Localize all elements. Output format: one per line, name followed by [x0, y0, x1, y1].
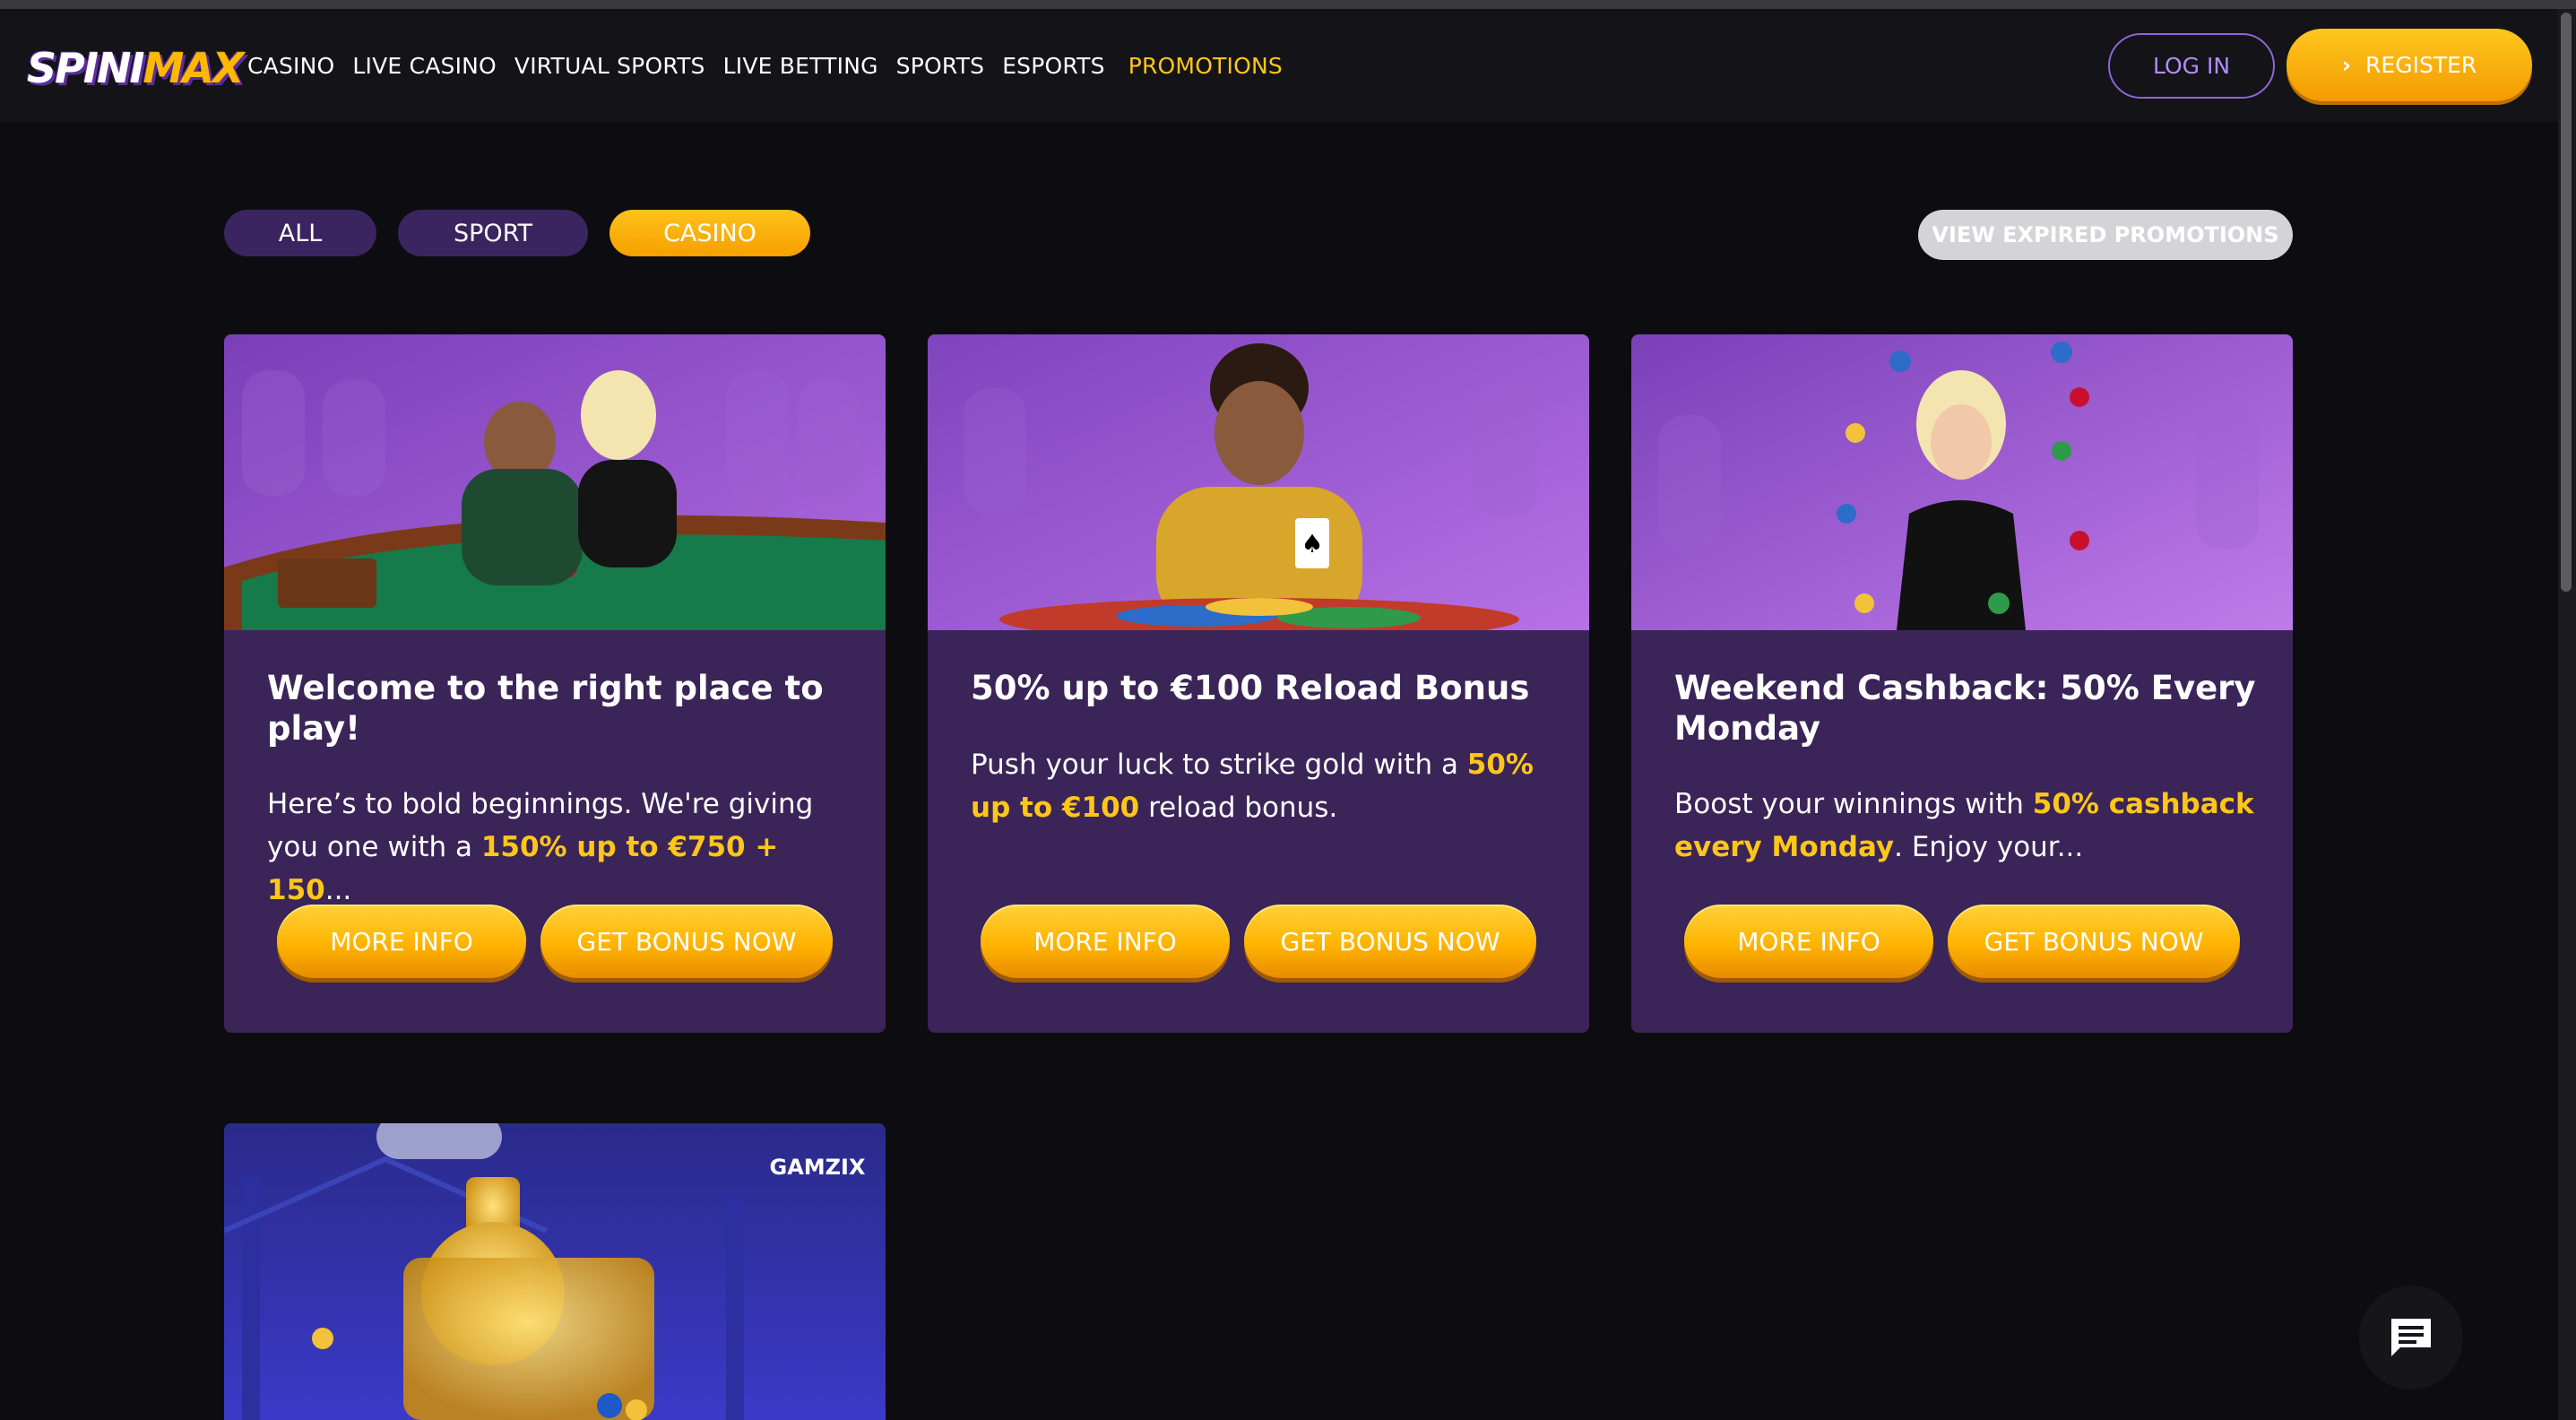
promo-image-chips-woman [1631, 334, 2293, 630]
svg-text:♠: ♠ [1301, 529, 1323, 558]
nav-promotions[interactable]: PROMOTIONS [1128, 53, 1283, 79]
promo-description: Here’s to bold beginnings. We're giving … [267, 788, 814, 906]
filter-casino[interactable]: CASINO [609, 210, 810, 256]
more-info-button[interactable]: MORE INFO [981, 905, 1230, 978]
promo-image-golden-train: GAMZIX [224, 1123, 886, 1420]
promo-filter-chips: ALL SPORT CASINO [224, 210, 810, 256]
promo-description: Boost your winnings with 50% cashback ev… [1674, 788, 2254, 863]
browser-top-edge [0, 0, 2576, 9]
promo-description: Push your luck to strike gold with a 50%… [971, 749, 1534, 824]
main-nav: CASINO LIVE CASINO VIRTUAL SPORTS LIVE B… [247, 9, 1283, 122]
chat-bubble-icon [2391, 1319, 2431, 1356]
more-info-button[interactable]: MORE INFO [1684, 905, 1933, 978]
nav-live-betting[interactable]: LIVE BETTING [723, 53, 878, 79]
spinimax-logo[interactable]: SPINI MAX [27, 41, 245, 95]
promo-card-reload: ♠ 50% up to €100 Reload Bonus Push your … [928, 334, 1589, 1033]
promo-title: Welcome to the right place to play! [267, 669, 824, 748]
register-label: REGISTER [2365, 52, 2477, 78]
promo-title: 50% up to €100 Reload Bonus [971, 669, 1530, 707]
nav-live-casino[interactable]: LIVE CASINO [352, 53, 497, 79]
nav-virtual-sports[interactable]: VIRTUAL SPORTS [514, 53, 705, 79]
filter-sport[interactable]: SPORT [398, 210, 588, 256]
logo-text-spini: SPINI [27, 44, 145, 92]
register-button[interactable]: › REGISTER [2286, 29, 2532, 101]
chat-button[interactable] [2359, 1286, 2463, 1390]
promo-image-craps-table [224, 334, 886, 630]
promo-card-cashback: Weekend Cashback: 50% Every Monday Boost… [1631, 334, 2293, 1033]
promo-card-welcome: Welcome to the right place to play! Here… [224, 334, 886, 1033]
logo-text-max: MAX [143, 44, 245, 92]
nav-casino[interactable]: CASINO [247, 53, 334, 79]
promo-card-gamzix-train: GAMZIX [224, 1123, 886, 1420]
site-header: SPINI MAX CASINO LIVE CASINO VIRTUAL SPOR… [0, 9, 2558, 122]
nav-sports[interactable]: SPORTS [896, 53, 985, 79]
chevron-right-icon: › [2341, 52, 2352, 78]
provider-logo: GAMZIX [770, 1155, 866, 1180]
promo-image-golden-suit: ♠ [928, 334, 1589, 630]
get-bonus-now-button[interactable]: GET BONUS NOW [540, 905, 833, 978]
promo-title: Weekend Cashback: 50% Every Monday [1674, 669, 2256, 748]
promo-actions: MORE INFO GET BONUS NOW [928, 905, 1589, 978]
filter-all[interactable]: ALL [224, 210, 376, 256]
nav-esports[interactable]: ESPORTS [1002, 53, 1105, 79]
scrollbar-thumb[interactable] [2561, 13, 2572, 592]
promo-actions: MORE INFO GET BONUS NOW [1631, 905, 2293, 978]
get-bonus-now-button[interactable]: GET BONUS NOW [1244, 905, 1536, 978]
get-bonus-now-button[interactable]: GET BONUS NOW [1948, 905, 2240, 978]
promo-actions: MORE INFO GET BONUS NOW [224, 905, 886, 978]
login-button[interactable]: LOG IN [2108, 33, 2275, 99]
more-info-button[interactable]: MORE INFO [277, 905, 526, 978]
view-expired-promotions-button[interactable]: VIEW EXPIRED PROMOTIONS [1918, 210, 2293, 260]
